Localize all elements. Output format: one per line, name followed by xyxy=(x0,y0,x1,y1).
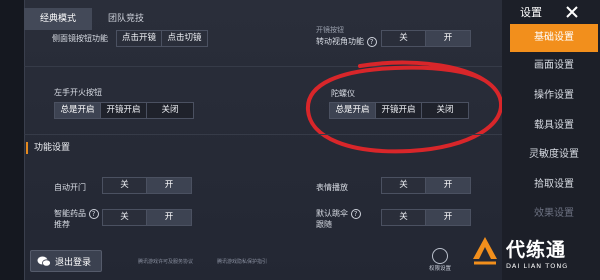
scope-rotate-on[interactable]: 开 xyxy=(426,31,470,46)
logout-label: 退出登录 xyxy=(55,257,92,268)
sidebar-item-basic[interactable]: 基础设置 xyxy=(510,24,598,52)
left-fire-option-scope[interactable]: 开镜开启 xyxy=(101,103,147,118)
emote-toggle: 关 开 xyxy=(381,177,471,194)
footer-links: 腾讯游戏许可及服务协议 腾讯游戏隐私保护指引 xyxy=(138,258,267,265)
wechat-icon xyxy=(37,256,51,267)
emote-off[interactable]: 关 xyxy=(382,178,426,193)
left-fire-option-off[interactable]: 关闭 xyxy=(147,103,193,118)
left-edge-strip xyxy=(0,0,24,280)
smart-medicine-label: 智能药品 ? xyxy=(54,208,99,219)
scope-rotate-toggle: 关 开 xyxy=(381,30,471,47)
sidebar-item-controls[interactable]: 操作设置 xyxy=(510,82,598,110)
sidebar-item-vehicle[interactable]: 载具设置 xyxy=(510,112,598,140)
smart-medicine-on[interactable]: 开 xyxy=(147,210,191,225)
tab-classic[interactable]: 经典模式 xyxy=(24,8,92,30)
permission-settings-label: 权限设置 xyxy=(428,266,451,272)
scope-rotate-label-top: 开镜按钮 xyxy=(316,26,344,34)
help-icon[interactable]: ? xyxy=(366,36,377,47)
sidebar-title: 设置 xyxy=(520,6,542,19)
sidebar-item-graphics[interactable]: 画面设置 xyxy=(510,52,598,80)
watermark-cn: 代练通 xyxy=(506,238,567,261)
row-divider xyxy=(24,134,502,135)
close-button[interactable] xyxy=(560,0,584,24)
left-fire-toggle: 总是开启 开镜开启 关闭 xyxy=(54,102,194,119)
sidebar-item-sensitivity[interactable]: 灵敏度设置 xyxy=(510,141,598,169)
scope-rotate-off[interactable]: 关 xyxy=(382,31,426,46)
service-agreement-link[interactable]: 腾讯游戏许可及服务协议 xyxy=(138,258,193,265)
sidebar-header: 设置 xyxy=(510,0,600,24)
parachute-follow-on[interactable]: 开 xyxy=(426,210,470,225)
auto-door-toggle: 关 开 xyxy=(102,177,192,194)
mode-tabs: 经典模式 团队竞技 xyxy=(24,8,160,30)
logout-button[interactable]: 退出登录 xyxy=(30,250,102,272)
smart-medicine-label-line2: 推荐 xyxy=(54,220,70,229)
parachute-follow-off[interactable]: 关 xyxy=(382,210,426,225)
help-icon[interactable]: ? xyxy=(88,208,99,219)
emote-label: 表情播放 xyxy=(316,183,348,192)
close-icon xyxy=(566,6,578,18)
side-scope-option-click-switch[interactable]: 点击切镜 xyxy=(162,31,207,46)
auto-door-off[interactable]: 关 xyxy=(103,178,147,193)
side-scope-label: 侧面镜按钮功能 xyxy=(52,34,108,43)
location-pin-icon xyxy=(432,248,448,264)
watermark: 代练通 DAI LIAN TONG xyxy=(470,224,600,280)
permission-settings-button[interactable]: 权限设置 xyxy=(425,248,455,272)
auto-door-on[interactable]: 开 xyxy=(147,178,191,193)
watermark-en: DAI LIAN TONG xyxy=(506,261,569,270)
sidebar-item-pickup[interactable]: 拾取设置 xyxy=(510,171,598,199)
side-scope-toggle: 点击开镜 点击切镜 xyxy=(116,30,208,47)
tab-team[interactable]: 团队竞技 xyxy=(92,8,160,30)
emote-on[interactable]: 开 xyxy=(426,178,470,193)
highlight-circle xyxy=(305,60,504,154)
function-settings-title: 功能设置 xyxy=(26,142,70,154)
parachute-follow-toggle: 关 开 xyxy=(381,209,471,226)
scope-rotate-label: 转动视角功能 ? xyxy=(316,36,377,47)
left-fire-label: 左手开火按钮 xyxy=(54,88,102,97)
auto-door-label: 自动开门 xyxy=(54,183,86,192)
parachute-follow-label-line2: 跟随 xyxy=(316,220,332,229)
help-icon[interactable]: ? xyxy=(350,208,361,219)
daliantong-logo-icon xyxy=(473,237,497,265)
smart-medicine-toggle: 关 开 xyxy=(102,209,192,226)
parachute-follow-label: 默认跳伞 ? xyxy=(316,208,361,219)
left-fire-option-always[interactable]: 总是开启 xyxy=(55,103,101,118)
privacy-guide-link[interactable]: 腾讯游戏隐私保护指引 xyxy=(217,258,267,265)
smart-medicine-off[interactable]: 关 xyxy=(103,210,147,225)
side-scope-option-click-scope[interactable]: 点击开镜 xyxy=(117,31,162,46)
